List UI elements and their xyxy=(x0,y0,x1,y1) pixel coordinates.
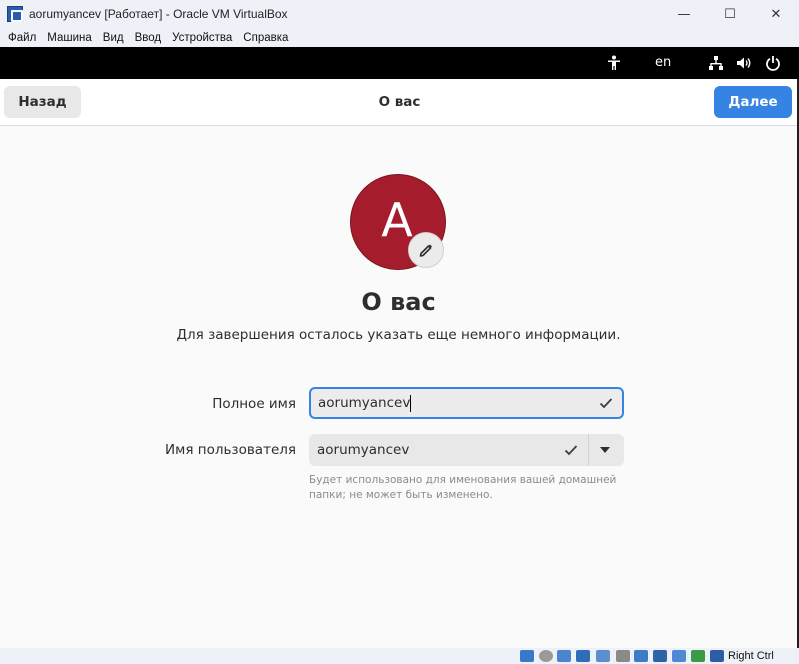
keyboard-layout-indicator[interactable]: en xyxy=(655,55,671,70)
virtualbox-icon xyxy=(7,6,23,22)
next-button[interactable]: Далее xyxy=(714,86,792,118)
power-icon[interactable] xyxy=(763,47,783,79)
host-menu-bar: Файл Машина Вид Ввод Устройства Справка xyxy=(0,28,799,47)
page-heading: О вас xyxy=(361,288,436,316)
keyboard-capture-icon xyxy=(710,650,724,662)
chevron-down-icon[interactable] xyxy=(599,434,611,466)
host-title-bar: aorumyancev [Работает] - Oracle VM Virtu… xyxy=(0,0,799,28)
menu-view[interactable]: Вид xyxy=(99,32,131,44)
menu-input[interactable]: Ввод xyxy=(131,32,169,44)
guest-top-bar: en xyxy=(0,47,799,79)
virtualization-icon xyxy=(672,650,686,662)
header-title: О вас xyxy=(378,94,421,110)
setup-header-bar: Назад О вас Далее xyxy=(0,79,799,126)
hard-disk-icon xyxy=(520,650,534,662)
about-you-page: A О вас Для завершения осталось указать … xyxy=(0,126,797,648)
volume-icon[interactable] xyxy=(734,47,754,79)
text-cursor xyxy=(410,394,412,412)
network-adapter-icon xyxy=(576,650,590,662)
maximize-button[interactable]: ☐ xyxy=(707,0,753,28)
username-label: Имя пользователя xyxy=(165,442,296,458)
menu-file[interactable]: Файл xyxy=(4,32,43,44)
page-subtitle: Для завершения осталось указать еще немн… xyxy=(176,327,621,343)
full-name-field[interactable]: aorumyancev xyxy=(309,387,624,419)
checkmark-icon xyxy=(599,389,613,417)
full-name-label: Полное имя xyxy=(212,396,296,412)
window-controls: — ☐ ✕ xyxy=(661,0,799,28)
shared-folders-icon xyxy=(616,650,630,662)
guest-additions-icon xyxy=(691,650,705,662)
avatar-initial: A xyxy=(381,193,413,247)
host-key-label: Right Ctrl xyxy=(728,650,774,662)
minimize-button[interactable]: — xyxy=(661,0,707,28)
edit-avatar-button[interactable] xyxy=(408,232,444,268)
recording-icon xyxy=(653,650,667,662)
audio-icon xyxy=(557,650,571,662)
full-name-value: aorumyancev xyxy=(318,395,411,411)
accessibility-icon[interactable] xyxy=(604,47,624,79)
username-value: aorumyancev xyxy=(317,442,410,458)
username-hint: Будет использовано для именования вашей … xyxy=(309,474,617,501)
menu-machine[interactable]: Машина xyxy=(43,32,99,44)
pencil-icon xyxy=(419,244,432,257)
network-icon[interactable] xyxy=(706,47,726,79)
menu-help[interactable]: Справка xyxy=(239,32,295,44)
window-title: aorumyancev [Работает] - Oracle VM Virtu… xyxy=(29,7,288,21)
menu-devices[interactable]: Устройства xyxy=(168,32,239,44)
close-button[interactable]: ✕ xyxy=(753,0,799,28)
host-status-bar: Right Ctrl xyxy=(0,648,799,664)
usb-icon xyxy=(596,650,610,662)
combo-separator xyxy=(588,434,589,466)
checkmark-icon xyxy=(564,434,578,466)
optical-drive-icon xyxy=(539,650,553,662)
username-combo[interactable]: aorumyancev xyxy=(309,434,624,466)
display-icon xyxy=(634,650,648,662)
